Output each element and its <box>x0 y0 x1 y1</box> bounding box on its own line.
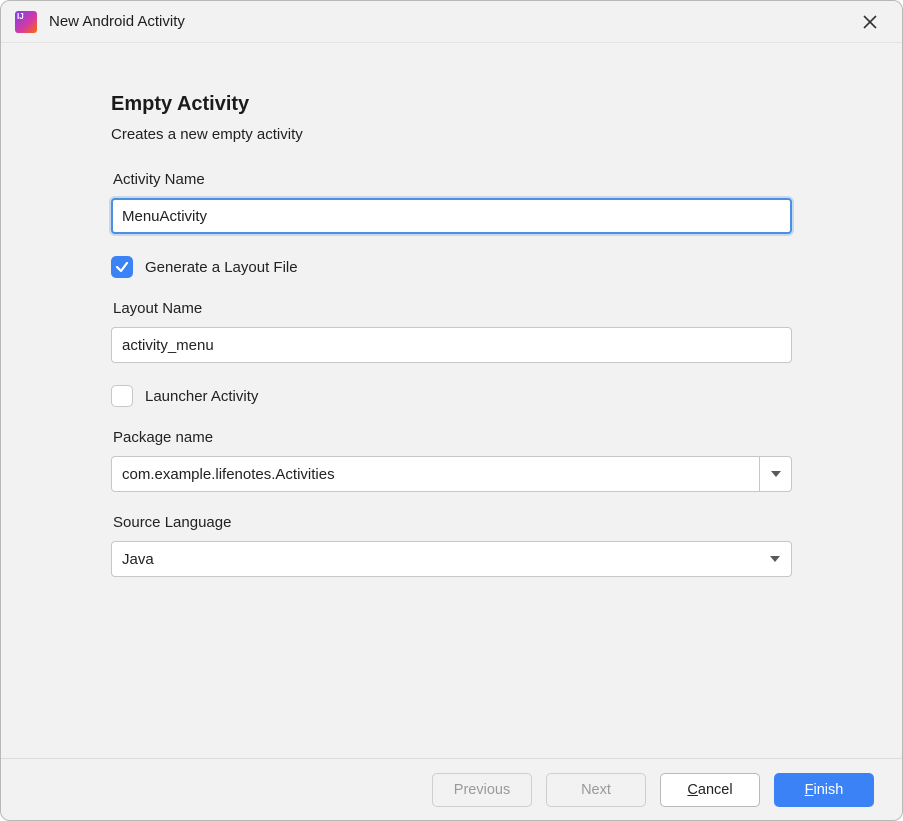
chevron-down-icon <box>769 553 781 565</box>
activity-name-input[interactable] <box>111 198 792 234</box>
field-layout-name: Layout Name <box>111 300 792 363</box>
package-name-combo[interactable]: com.example.lifenotes.Activities <box>111 456 792 492</box>
finish-button[interactable]: Finish <box>774 773 874 807</box>
next-button: Next <box>546 773 646 807</box>
dialog-footer: Previous Next Cancel Finish <box>1 758 902 820</box>
check-icon <box>115 260 129 274</box>
layout-name-input[interactable] <box>111 327 792 363</box>
new-activity-dialog: New Android Activity Empty Activity Crea… <box>0 0 903 821</box>
package-name-value: com.example.lifenotes.Activities <box>112 466 759 483</box>
source-language-arrow <box>769 553 781 565</box>
field-source-language: Source Language Java <box>111 514 792 577</box>
launcher-activity-label: Launcher Activity <box>145 388 258 405</box>
launcher-activity-checkbox[interactable] <box>111 385 133 407</box>
title-bar: New Android Activity <box>1 1 902 43</box>
page-subtitle: Creates a new empty activity <box>111 126 792 143</box>
source-language-combo[interactable]: Java <box>111 541 792 577</box>
generate-layout-checkbox[interactable] <box>111 256 133 278</box>
source-language-value: Java <box>122 551 769 568</box>
chevron-down-icon <box>770 468 782 480</box>
previous-button: Previous <box>432 773 532 807</box>
field-package-name: Package name com.example.lifenotes.Activ… <box>111 429 792 492</box>
field-activity-name: Activity Name <box>111 171 792 234</box>
generate-layout-label: Generate a Layout File <box>145 259 298 276</box>
intellij-icon <box>15 11 37 33</box>
layout-name-label: Layout Name <box>111 300 792 317</box>
activity-name-label: Activity Name <box>111 171 792 188</box>
next-button-label: Next <box>581 782 611 798</box>
cancel-button[interactable]: Cancel <box>660 773 760 807</box>
page-title: Empty Activity <box>111 93 792 116</box>
generate-layout-row: Generate a Layout File <box>111 256 792 278</box>
dialog-content: Empty Activity Creates a new empty activ… <box>1 43 902 758</box>
package-name-label: Package name <box>111 429 792 446</box>
window-title: New Android Activity <box>49 13 854 30</box>
finish-button-label: Finish <box>805 782 844 798</box>
close-button[interactable] <box>854 6 886 38</box>
package-name-dropdown-button[interactable] <box>759 457 791 491</box>
source-language-label: Source Language <box>111 514 792 531</box>
previous-button-label: Previous <box>454 782 510 798</box>
close-icon <box>863 15 877 29</box>
launcher-activity-row: Launcher Activity <box>111 385 792 407</box>
cancel-button-label: Cancel <box>687 782 732 798</box>
